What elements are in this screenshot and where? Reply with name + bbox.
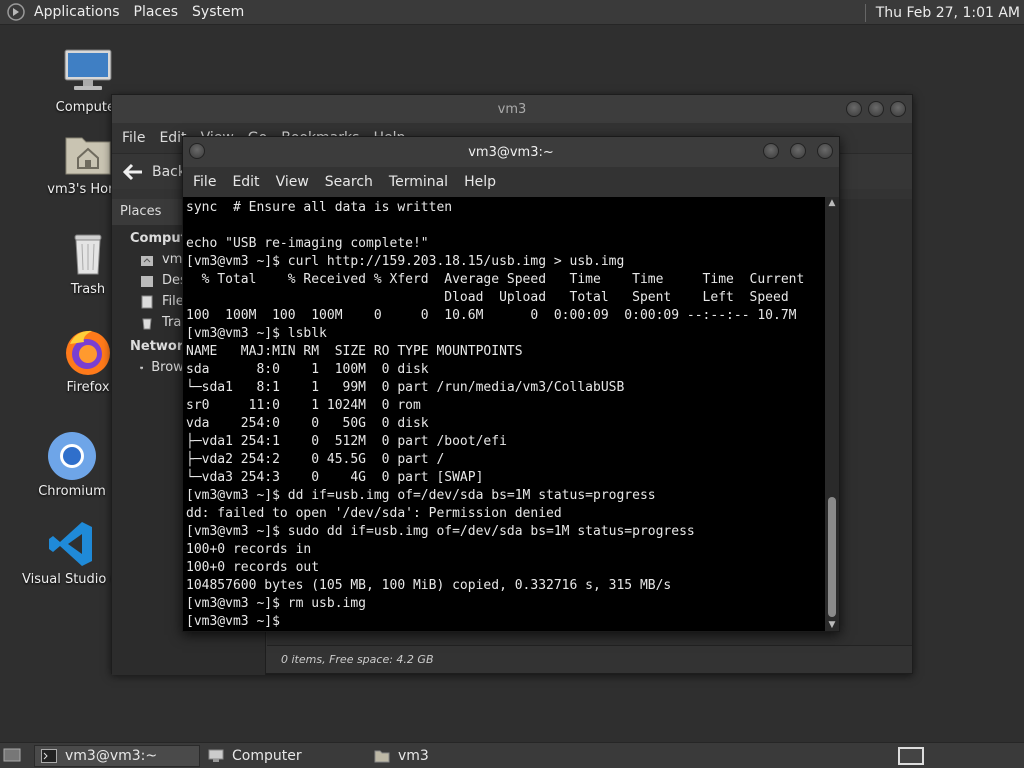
terminal-line: % Total % Received % Xferd Average Speed… xyxy=(186,272,805,287)
drive-icon xyxy=(141,295,153,308)
trash-small-icon xyxy=(142,318,152,329)
terminal-line: Dload Upload Total Spent Left Speed xyxy=(186,290,789,305)
task-folder-vm3[interactable]: vm3 xyxy=(368,745,528,767)
terminal-output[interactable]: sync # Ensure all data is written echo "U… xyxy=(183,197,827,631)
terminal-line: [vm3@vm3 ~]$ lsblk xyxy=(186,326,327,341)
terminal-line: echo "USB re-imaging complete!" xyxy=(186,236,429,251)
minimize-button[interactable] xyxy=(763,143,779,159)
menu-terminal[interactable]: Terminal xyxy=(389,174,448,190)
terminal-line: sr0 11:0 1 1024M 0 rom xyxy=(186,398,421,413)
terminal-icon xyxy=(41,749,57,763)
firefox-icon xyxy=(66,330,110,375)
menu-edit[interactable]: Edit xyxy=(232,174,259,190)
terminal-line: [vm3@vm3 ~]$ sudo dd if=usb.img of=/dev/… xyxy=(186,524,695,539)
menu-search[interactable]: Search xyxy=(325,174,373,190)
menu-applications[interactable]: Applications xyxy=(34,4,120,20)
terminal-line: [vm3@vm3 ~]$ dd if=usb.img of=/dev/sda b… xyxy=(186,488,656,503)
close-button[interactable] xyxy=(890,101,906,117)
menu-help[interactable]: Help xyxy=(464,174,496,190)
menu-file[interactable]: File xyxy=(122,130,145,146)
terminal-line: NAME MAJ:MIN RM SIZE RO TYPE MOUNTPOINTS xyxy=(186,344,523,359)
scroll-down-icon[interactable]: ▼ xyxy=(825,619,839,631)
terminal-menubar: File Edit View Search Terminal Help xyxy=(183,167,839,197)
terminal-line: sda 8:0 1 100M 0 disk xyxy=(186,362,429,377)
panel-separator xyxy=(864,3,866,22)
bottom-panel: vm3@vm3:~ Computer vm3 xyxy=(0,742,1024,768)
back-label: Back xyxy=(152,163,186,180)
terminal-line: vda 254:0 0 50G 0 disk xyxy=(186,416,429,431)
vscode-icon xyxy=(49,522,92,566)
terminal-window: vm3@vm3:~ File Edit View Search Terminal… xyxy=(182,136,840,632)
show-desktop-icon xyxy=(3,748,21,762)
terminal-line: 100+0 records out xyxy=(186,560,320,575)
maximize-button[interactable] xyxy=(868,101,884,117)
terminal-line: 100+0 records in xyxy=(186,542,312,557)
task-label: Computer xyxy=(232,748,302,764)
menu-view[interactable]: View xyxy=(276,174,309,190)
terminal-line: ├─vda2 254:2 0 45.5G 0 part / xyxy=(186,452,445,467)
task-terminal[interactable]: vm3@vm3:~ xyxy=(34,745,200,767)
workspace-switcher[interactable] xyxy=(898,747,924,765)
top-panel: Applications Places System Thu Feb 27, 1… xyxy=(0,0,1024,25)
show-desktop-button[interactable] xyxy=(3,747,21,763)
terminal-line: └─vda3 254:3 0 4G 0 part [SWAP] xyxy=(186,470,484,485)
desktop-folder-icon xyxy=(141,275,153,287)
menu-places[interactable]: Places xyxy=(134,4,179,20)
terminal-titlebar[interactable]: vm3@vm3:~ xyxy=(183,137,839,167)
status-bar: 0 items, Free space: 4.2 GB xyxy=(267,645,912,673)
menu-file[interactable]: File xyxy=(193,174,216,190)
window-title: vm3@vm3:~ xyxy=(468,144,554,160)
folder-icon xyxy=(374,750,390,763)
scroll-up-icon[interactable]: ▲ xyxy=(825,197,839,209)
desktop-icon-chromium[interactable]: Chromium xyxy=(22,430,122,499)
distro-logo-icon[interactable] xyxy=(6,2,26,22)
terminal-scrollbar[interactable]: ▲ ▼ xyxy=(825,197,839,631)
computer-icon xyxy=(208,749,224,762)
computer-icon xyxy=(64,49,112,90)
maximize-button[interactable] xyxy=(790,143,806,159)
network-icon xyxy=(140,366,144,369)
menu-system[interactable]: System xyxy=(192,4,244,20)
file-manager-titlebar[interactable]: vm3 xyxy=(112,95,912,123)
terminal-line: sync # Ensure all data is written xyxy=(186,200,453,215)
desktop-icon-label: Chromium xyxy=(38,484,106,499)
clock[interactable]: Thu Feb 27, 1:01 AM xyxy=(876,5,1020,21)
task-label: vm3 xyxy=(398,748,429,764)
terminal-line: 104857600 bytes (105 MB, 100 MiB) copied… xyxy=(186,578,672,593)
terminal-line: [vm3@vm3 ~]$ rm usb.img xyxy=(186,596,367,611)
terminal-line: 100 100M 100 100M 0 0 10.6M 0 0:00:09 0:… xyxy=(186,308,797,323)
terminal-line: dd: failed to open '/dev/sda': Permissio… xyxy=(186,506,562,521)
task-label: vm3@vm3:~ xyxy=(65,748,158,764)
task-computer[interactable]: Computer xyxy=(202,745,362,767)
window-menu-button[interactable] xyxy=(189,143,205,159)
window-title: vm3 xyxy=(497,101,527,117)
terminal-line: [vm3@vm3 ~]$ xyxy=(186,614,288,629)
back-button[interactable]: Back xyxy=(122,163,186,181)
home-icon xyxy=(141,255,153,266)
minimize-button[interactable] xyxy=(846,101,862,117)
trash-icon xyxy=(74,234,102,275)
desktop-icon-vscode[interactable]: Visual Studio Code xyxy=(22,518,122,587)
terminal-line: ├─vda1 254:1 0 512M 0 part /boot/efi xyxy=(186,434,507,449)
home-folder-icon xyxy=(65,137,111,175)
desktop-icon-label: Visual Studio Code xyxy=(22,572,122,587)
close-button[interactable] xyxy=(817,143,833,159)
chromium-icon xyxy=(48,432,96,480)
scrollbar-thumb[interactable] xyxy=(828,497,836,617)
terminal-line: └─sda1 8:1 1 99M 0 part /run/media/vm3/C… xyxy=(186,380,625,395)
terminal-line: [vm3@vm3 ~]$ curl http://159.203.18.15/u… xyxy=(186,254,625,269)
arrow-left-icon xyxy=(122,163,142,180)
